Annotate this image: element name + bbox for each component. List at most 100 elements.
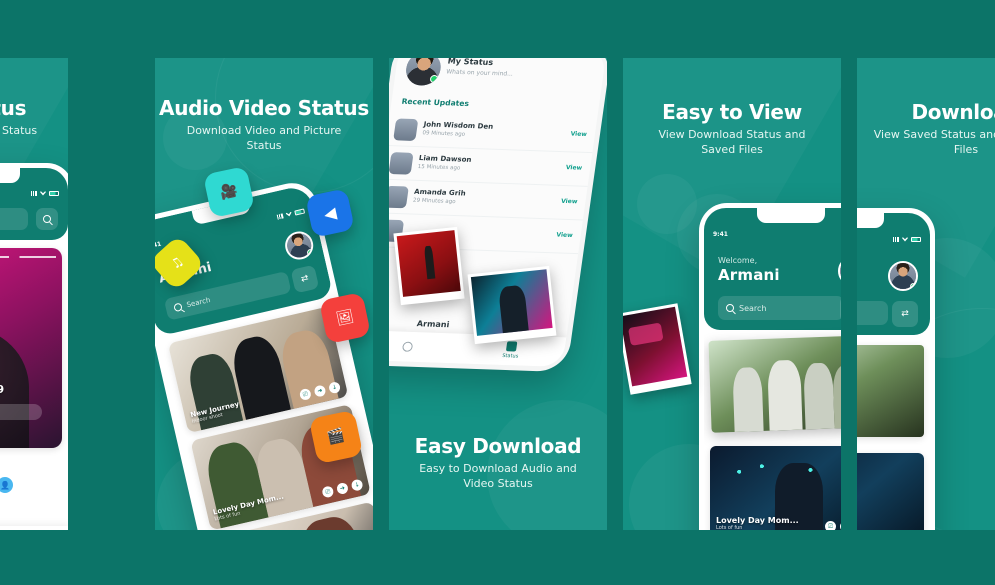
- row-name: John Wisdom Den: [423, 120, 494, 131]
- reaction-row-1: ❤ 👤: [0, 470, 13, 500]
- row-time: 29 Minutes ago: [412, 197, 456, 206]
- photo-red-stage: [396, 230, 461, 297]
- wifi-icon: [902, 237, 908, 242]
- swap-button-5[interactable]: ⇄: [892, 301, 918, 327]
- video-camera-icon: 🎥: [218, 182, 240, 202]
- photo-subject: [832, 364, 841, 429]
- card-title-4b: Lovely Day Mom...: [716, 516, 799, 525]
- polaroid-photo-red: [393, 226, 465, 306]
- phone-notch-4: [757, 208, 825, 223]
- tab-bar-1: Status: [0, 526, 68, 530]
- tab-status-label: Status: [501, 353, 519, 360]
- card-actions-4b: ⎚ ➜ ↓: [825, 521, 841, 530]
- my-status-title: My Status: [447, 58, 494, 68]
- status-icons-1: [31, 190, 59, 196]
- panel-5-subline: View Saved Status and Download Files: [873, 128, 995, 156]
- row-view-button[interactable]: View: [565, 164, 582, 172]
- row-name: Amanda Grih: [413, 187, 467, 198]
- photo-subject: [497, 284, 529, 334]
- battery-icon: [294, 207, 305, 216]
- send-icon: ◀: [322, 202, 338, 224]
- search-input-1[interactable]: Friends: [0, 208, 28, 230]
- copy-icon[interactable]: ⎚: [825, 521, 836, 530]
- signal-icon: [893, 236, 899, 242]
- panel-2-headline: Audio Video Status: [159, 96, 369, 120]
- photo-subject: [423, 246, 435, 280]
- signal-icon: [276, 212, 284, 220]
- online-dot: [910, 283, 916, 289]
- promo-panel-status: Status Download Status 9:41 Friends: [0, 58, 68, 530]
- photo-subject: [767, 359, 803, 431]
- avatar[interactable]: [888, 261, 918, 291]
- search-icon: [173, 302, 183, 313]
- search-input-5[interactable]: [857, 301, 888, 325]
- search-action-button-1[interactable]: [36, 208, 58, 230]
- status-card-5b[interactable]: [857, 453, 924, 530]
- status-icons-2: [276, 207, 305, 220]
- username-label-4: Armani: [718, 266, 780, 284]
- send-badge[interactable]: ◀: [305, 188, 355, 238]
- status-card-5a[interactable]: [857, 345, 924, 437]
- status-time-2: 9:41: [155, 240, 162, 251]
- promo-banner-canvas: Status Download Status 9:41 Friends: [0, 0, 995, 585]
- promo-panel-audio-video-status: Audio Video Status Download Video and Pi…: [155, 58, 373, 530]
- photo-subject: [297, 512, 369, 530]
- panel-1-subline: Download Status: [0, 124, 38, 137]
- photo-subject: [803, 362, 835, 430]
- panel-3-subline: Easy to Download Audio and Video Status: [419, 462, 577, 490]
- share-icon[interactable]: ➜: [840, 521, 841, 530]
- polaroid-photo-neon: [467, 265, 557, 345]
- search-icon: [726, 304, 734, 312]
- row-view-button[interactable]: View: [556, 232, 573, 240]
- phone-mockup-4: 9:41 Welcome, Armani Search ⇄: [699, 203, 841, 530]
- panel-1-headline: Status: [0, 96, 27, 120]
- polaroid-photo-neon-left: [623, 303, 692, 395]
- search-input-4[interactable]: Search: [718, 296, 841, 320]
- phone-screen-1: 9:41 Friends: [0, 168, 68, 530]
- story-progress-bar-1: [0, 256, 56, 258]
- card-reply-bar-1[interactable]: my top 3 bollywood films...: [0, 404, 42, 420]
- tab-circle[interactable]: [401, 341, 414, 352]
- circle-icon: [401, 341, 414, 352]
- card-caption-4b: Lovely Day Mom... Lots of fun: [716, 516, 799, 530]
- row-view-button[interactable]: View: [561, 198, 578, 206]
- status-bar-5: [857, 233, 930, 245]
- search-placeholder-2: Search: [185, 295, 212, 310]
- photo-neon-stage: [470, 269, 553, 336]
- film-icon: 🎬: [325, 427, 347, 447]
- panel-2-subline: Download Video and Picture Status: [186, 124, 342, 152]
- avatar-face: [840, 258, 841, 284]
- swap-button-2[interactable]: ⇄: [290, 264, 320, 294]
- phone-notch-1: [0, 168, 20, 183]
- search-icon: [43, 215, 51, 223]
- card-subtitle-4b: Lots of fun: [716, 525, 743, 530]
- my-status-subtitle: Whats on your mind...: [445, 68, 514, 78]
- neon-sign-decoration: [627, 322, 664, 347]
- recent-updates-heading: Recent Updates: [401, 96, 470, 109]
- image-badge[interactable]: 🖼: [318, 291, 372, 345]
- status-card-4b[interactable]: Lovely Day Mom... Lots of fun ⎚ ➜ ↓: [710, 446, 841, 530]
- panel-3-headline: Easy Download: [414, 434, 582, 458]
- row-view-button[interactable]: View: [570, 131, 587, 139]
- status-bar-4: 9:41: [704, 228, 841, 240]
- download-icon[interactable]: ↓: [327, 381, 342, 395]
- card-location-1: Los Angles USA: [0, 377, 4, 383]
- status-icon: [505, 341, 518, 352]
- phone-screen-5: ⇄: [857, 213, 930, 530]
- search-placeholder-4: Search: [739, 303, 767, 313]
- profile-button[interactable]: 👤: [0, 477, 13, 493]
- panel-4-headline: Easy to View: [662, 100, 802, 124]
- card-title-1: ...ny Den, 19: [0, 383, 5, 396]
- row-avatar: [393, 118, 419, 142]
- download-icon[interactable]: ↓: [350, 478, 364, 492]
- tab-status[interactable]: Status: [501, 341, 521, 360]
- panel-5-headline: Download: [911, 100, 995, 124]
- my-status-avatar[interactable]: [403, 58, 443, 87]
- status-card-1[interactable]: Los Angles USA ...ny Den, 19 my top 3 bo…: [0, 248, 62, 448]
- phone-screen-2: 9:41 Welcome, Armani Search: [155, 184, 373, 530]
- status-card-4a[interactable]: [708, 335, 841, 433]
- swap-button-4[interactable]: ⇄: [840, 296, 841, 322]
- status-time-4: 9:41: [713, 230, 728, 238]
- panel-4-subline: View Download Status and Saved Files: [658, 128, 806, 156]
- wifi-icon: [40, 191, 46, 196]
